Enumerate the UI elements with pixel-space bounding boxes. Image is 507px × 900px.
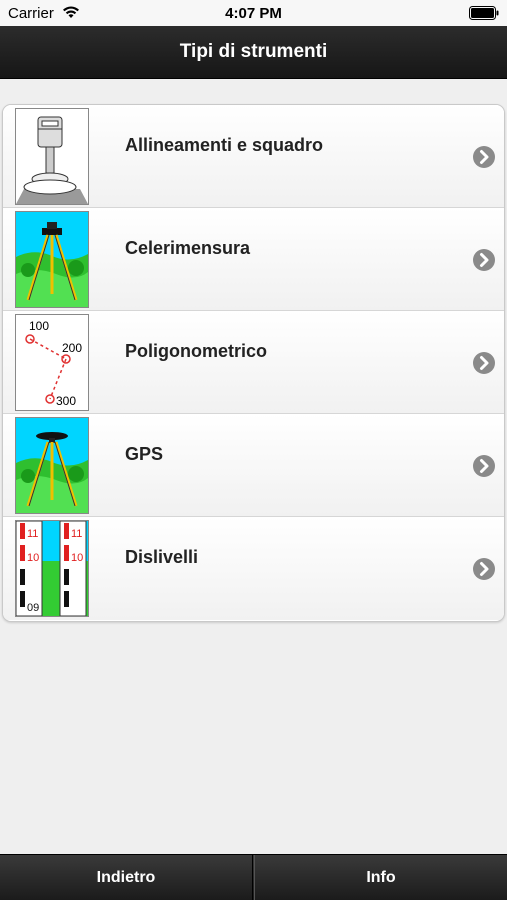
item-label: Celerimensura — [125, 238, 251, 258]
item-label: Poligonometrico — [125, 341, 268, 361]
list-item-poligonometrico[interactable]: 100 200 300 Poligonometrico — [3, 311, 504, 414]
traverse-label-100: 100 — [29, 319, 49, 333]
list-item-dislivelli[interactable]: 11 10 09 11 10 Dislivelli — [3, 517, 504, 620]
rod-label-09-left: 09 — [27, 602, 39, 614]
gps-tripod-icon — [15, 417, 89, 514]
instrument-type-list: Allineamenti e squadro Celerimensura 100… — [2, 104, 505, 622]
item-label: Allineamenti e squadro — [125, 135, 324, 155]
list-item-gps[interactable]: GPS — [3, 414, 504, 517]
back-button[interactable]: Indietro — [0, 855, 253, 900]
chevron-right-icon — [473, 249, 495, 271]
chevron-right-icon — [473, 455, 495, 477]
rod-label-11-right: 11 — [71, 528, 82, 540]
chevron-right-icon — [473, 352, 495, 374]
tripod-icon — [15, 211, 89, 308]
plumb-bob-icon — [15, 108, 89, 205]
bottom-toolbar: Indietro Info — [0, 854, 507, 900]
info-button[interactable]: Info — [254, 855, 507, 900]
battery-icon — [469, 6, 499, 20]
traverse-label-300: 300 — [56, 394, 76, 408]
rod-label-10-left: 10 — [27, 552, 39, 564]
rod-label-10-right: 10 — [71, 552, 83, 564]
item-label: GPS — [125, 444, 164, 464]
clock: 4:07 PM — [225, 5, 282, 22]
status-bar: Carrier 4:07 PM — [0, 0, 507, 26]
navigation-bar: Tipi di strumenti — [0, 26, 507, 79]
list-item-celerimensura[interactable]: Celerimensura — [3, 208, 504, 311]
leveling-rod-icon: 11 10 09 11 10 — [15, 520, 89, 617]
rod-label-11-left: 11 — [27, 528, 38, 540]
chevron-right-icon — [473, 146, 495, 168]
polygon-traverse-icon: 100 200 300 — [15, 314, 89, 411]
chevron-right-icon — [473, 558, 495, 580]
traverse-label-200: 200 — [62, 341, 82, 355]
page-title: Tipi di strumenti — [179, 41, 328, 62]
item-label: Dislivelli — [125, 547, 199, 567]
list-item-allineamenti[interactable]: Allineamenti e squadro — [3, 105, 504, 208]
